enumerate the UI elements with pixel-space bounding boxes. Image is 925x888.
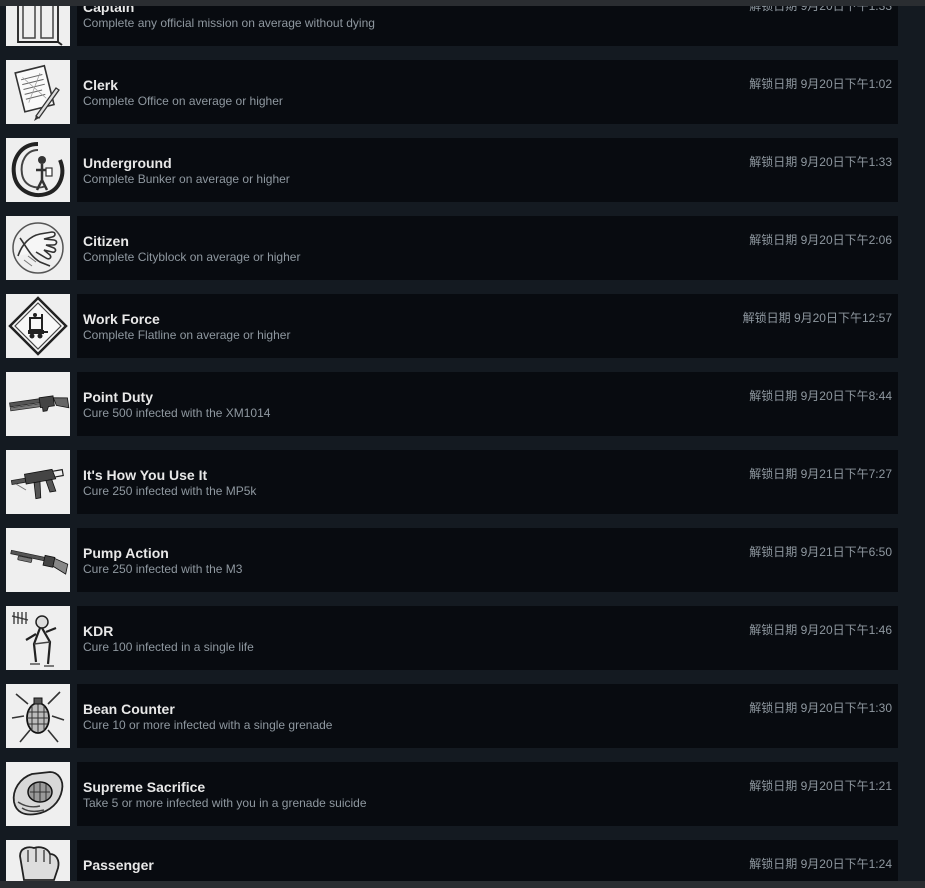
achievement-card: Work Force Complete Flatline on average … [77,294,898,358]
achievement-list-viewport[interactable]: Captain Complete any official mission on… [0,0,925,888]
achievement-card: Supreme Sacrifice Take 5 or more infecte… [77,762,898,826]
achievement-card: KDR Cure 100 infected in a single life 解… [77,606,898,670]
achievement-card: Bean Counter Cure 10 or more infected wi… [77,684,898,748]
achievement-description: Complete Cityblock on average or higher [83,250,301,264]
handshake-icon [6,216,70,280]
achievement-description: Cure 10 or more infected with a single g… [83,718,333,732]
achievement-title: Point Duty [83,389,153,405]
achievement-card: It's How You Use It Cure 250 infected wi… [77,450,898,514]
door-sketch-icon [6,0,70,46]
achievement-card: Underground Complete Bunker on average o… [77,138,898,202]
achievement-title: Work Force [83,311,160,327]
shotgun-icon [6,372,70,436]
paper-pencil-icon [6,60,70,124]
achievement-description: Cure 250 infected with the M3 [83,562,243,576]
achievement-card: Clerk Complete Office on average or high… [77,60,898,124]
achievement-description: Complete Flatline on average or higher [83,328,291,342]
smg-icon [6,450,70,514]
achievement-row: KDR Cure 100 infected in a single life 解… [0,606,925,670]
achievement-title: It's How You Use It [83,467,208,483]
zombie-figure-icon [6,606,70,670]
achievement-card: Point Duty Cure 500 infected with the XM… [77,372,898,436]
achievement-title: Pump Action [83,545,169,561]
unlock-date: 解锁日期 9月20日下午1:33 [749,155,892,169]
achievement-row: Clerk Complete Office on average or high… [0,60,925,124]
achievement-row: Citizen Complete Cityblock on average or… [0,216,925,280]
forklift-sign-icon [6,294,70,358]
achievement-list: Captain Complete any official mission on… [0,0,925,888]
achievement-description: Cure 500 infected with the XM1014 [83,406,271,420]
lantern-figure-icon [6,138,70,202]
achievement-card: Pump Action Cure 250 infected with the M… [77,528,898,592]
achievement-description: Complete Bunker on average or higher [83,172,290,186]
unlock-date: 解锁日期 9月20日下午1:24 [749,857,892,871]
hand-grenade-icon [6,762,70,826]
unlock-date: 解锁日期 9月20日下午1:21 [749,779,892,793]
achievement-row: Work Force Complete Flatline on average … [0,294,925,358]
achievement-row: Captain Complete any official mission on… [0,0,925,46]
unlock-date: 解锁日期 9月21日下午6:50 [749,545,892,559]
achievement-row: Pump Action Cure 250 infected with the M… [0,528,925,592]
achievement-description: Cure 100 infected in a single life [83,640,254,654]
achievement-description: Cure 250 infected with the MP5k [83,484,257,498]
scroll-gutter[interactable] [905,6,925,881]
unlock-date: 解锁日期 9月20日下午2:06 [749,233,892,247]
unlock-date: 解锁日期 9月20日下午12:57 [742,311,892,325]
achievement-card: Citizen Complete Cityblock on average or… [77,216,898,280]
unlock-date: 解锁日期 9月21日下午7:27 [749,467,892,481]
achievement-row: Point Duty Cure 500 infected with the XM… [0,372,925,436]
top-divider [0,0,925,6]
achievement-description: Complete Office on average or higher [83,94,283,108]
pump-shotgun-icon [6,528,70,592]
achievement-description: Take 5 or more infected with you in a gr… [83,796,367,810]
achievement-row: It's How You Use It Cure 250 infected wi… [0,450,925,514]
achievement-row: Supreme Sacrifice Take 5 or more infecte… [0,762,925,826]
unlock-date: 解锁日期 9月20日下午1:30 [749,701,892,715]
unlock-date: 解锁日期 9月20日下午1:46 [749,623,892,637]
achievement-row: Underground Complete Bunker on average o… [0,138,925,202]
unlock-date: 解锁日期 9月20日下午1:02 [749,77,892,91]
achievement-title: KDR [83,623,114,639]
achievement-title: Citizen [83,233,129,249]
achievement-title: Supreme Sacrifice [83,779,206,795]
achievement-title: Bean Counter [83,701,175,717]
achievement-title: Underground [83,155,172,171]
achievement-card: Captain Complete any official mission on… [77,0,898,46]
achievement-title: Passenger [83,857,154,873]
achievement-title: Clerk [83,77,119,93]
bottom-divider [0,881,925,888]
grenade-burst-icon [6,684,70,748]
achievement-description: Complete any official mission on average… [83,16,375,30]
unlock-date: 解锁日期 9月20日下午8:44 [749,389,892,403]
achievement-row: Bean Counter Cure 10 or more infected wi… [0,684,925,748]
